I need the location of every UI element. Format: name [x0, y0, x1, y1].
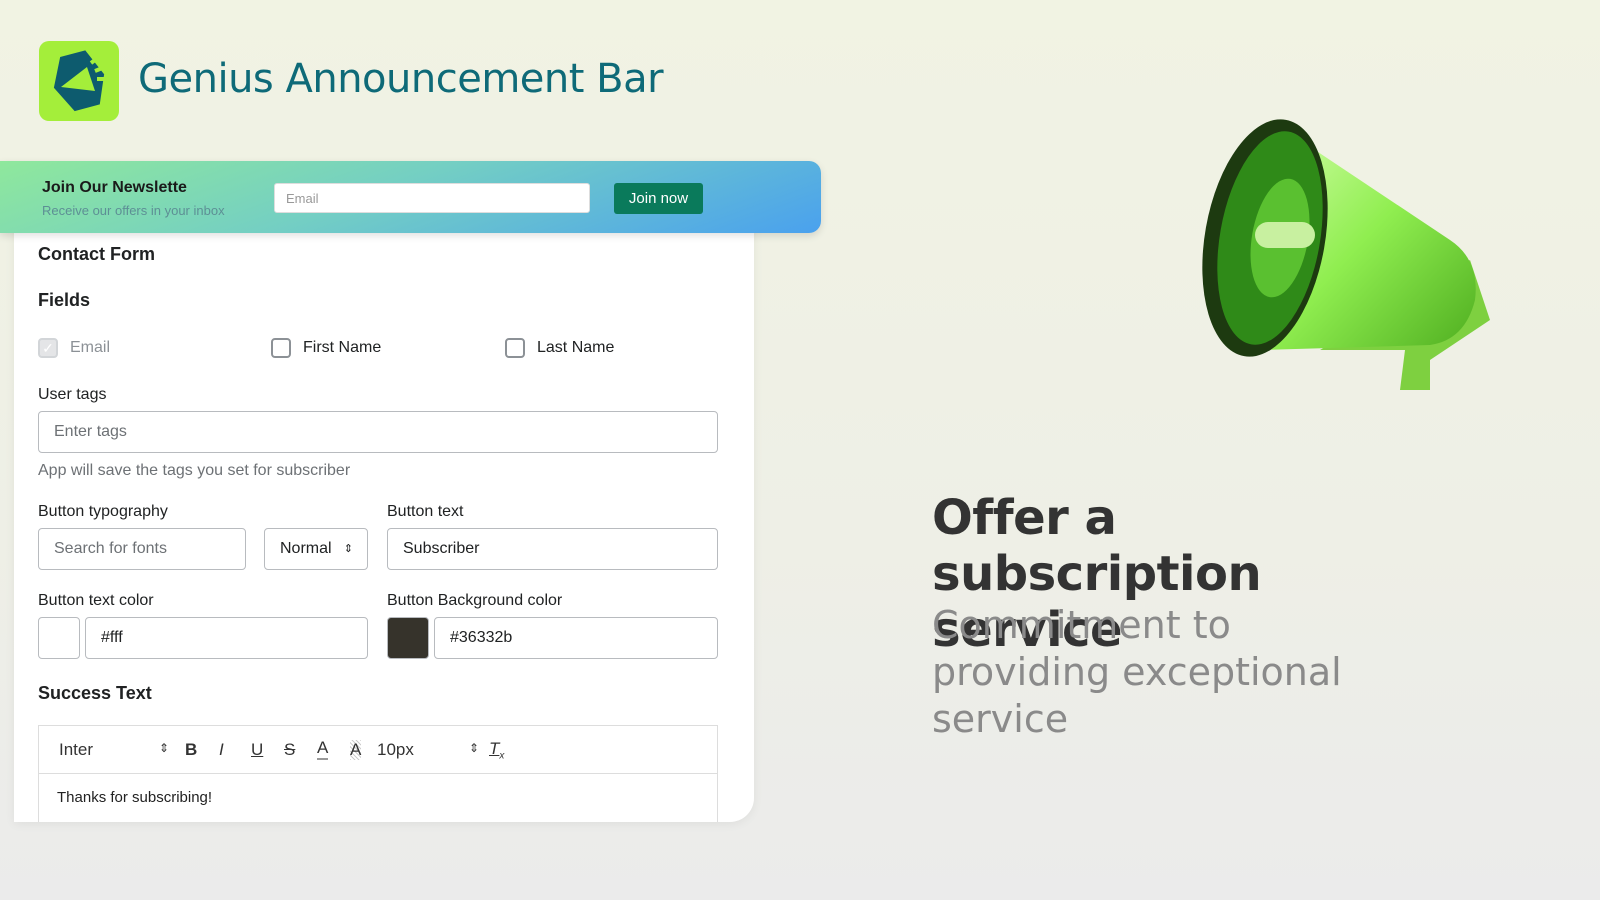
- editor-toolbar: Inter ⇕ B I U S A A 10px ⇕ Tx: [39, 726, 717, 774]
- user-tags-input[interactable]: Enter tags: [38, 411, 718, 453]
- italic-icon[interactable]: I: [219, 740, 224, 760]
- app-logo: [39, 41, 119, 121]
- font-weight-select[interactable]: Normal ⇕: [264, 528, 368, 570]
- field-last-name-checkbox[interactable]: Last Name: [505, 338, 614, 358]
- app-title: Genius Announcement Bar: [138, 56, 664, 102]
- user-tags-help: App will save the tags you set for subsc…: [38, 462, 351, 479]
- newsletter-bar: Join Our Newslette Receive our offers in…: [0, 161, 821, 233]
- checkbox[interactable]: [271, 338, 291, 358]
- button-text-label: Button text: [387, 503, 464, 520]
- button-typography-label: Button typography: [38, 503, 168, 520]
- success-text-heading: Success Text: [38, 683, 152, 703]
- join-now-button[interactable]: Join now: [614, 183, 703, 214]
- font-size-select[interactable]: 10px: [377, 740, 414, 760]
- check-icon: ✓: [38, 338, 58, 358]
- editor-content[interactable]: Thanks for subscribing!: [39, 774, 717, 821]
- field-label: Email: [70, 339, 111, 356]
- field-label: Last Name: [537, 339, 615, 356]
- user-tags-label: User tags: [38, 386, 107, 403]
- weight-value: Normal: [280, 540, 332, 557]
- font-select[interactable]: Inter: [59, 740, 93, 760]
- checkbox[interactable]: [505, 338, 525, 358]
- field-first-name-checkbox[interactable]: First Name: [271, 338, 381, 358]
- contact-form-card: Contact Form Fields ✓ Email First Name L…: [14, 220, 754, 822]
- strikethrough-icon[interactable]: S: [284, 740, 295, 760]
- field-email-checkbox[interactable]: ✓ Email: [38, 338, 110, 358]
- text-color-swatch[interactable]: [38, 617, 80, 659]
- button-text-input[interactable]: Subscriber: [387, 528, 718, 570]
- bar-subtitle: Receive our offers in your inbox: [42, 203, 225, 218]
- text-color-input[interactable]: #fff: [85, 617, 368, 659]
- field-label: First Name: [303, 339, 382, 356]
- text-color-label: Button text color: [38, 592, 154, 609]
- text-color-icon[interactable]: A: [317, 738, 329, 760]
- underline-icon[interactable]: U: [251, 740, 263, 760]
- bg-color-label: Button Background color: [387, 592, 563, 609]
- fields-heading: Fields: [38, 290, 91, 310]
- form-title: Contact Form: [38, 244, 155, 264]
- bar-email-input[interactable]: Email: [274, 183, 590, 213]
- bg-color-input[interactable]: #36332b: [434, 617, 718, 659]
- clear-format-icon[interactable]: Tx: [489, 739, 504, 761]
- bar-title: Join Our Newslette: [42, 179, 187, 196]
- select-arrows-icon[interactable]: ⇕: [469, 741, 479, 755]
- rich-text-editor: Inter ⇕ B I U S A A 10px ⇕ Tx Thanks for…: [38, 725, 718, 822]
- select-arrows-icon: ⇕: [343, 543, 353, 555]
- promo-subline: Commitment to providing exceptional serv…: [932, 603, 1342, 741]
- font-search-input[interactable]: Search for fonts: [38, 528, 246, 570]
- bold-icon[interactable]: B: [185, 740, 197, 760]
- bg-color-swatch[interactable]: [387, 617, 429, 659]
- highlight-icon[interactable]: A: [350, 740, 362, 760]
- megaphone-hexagon-icon: [53, 50, 107, 112]
- select-arrows-icon[interactable]: ⇕: [159, 741, 169, 755]
- megaphone-icon: [1202, 119, 1490, 390]
